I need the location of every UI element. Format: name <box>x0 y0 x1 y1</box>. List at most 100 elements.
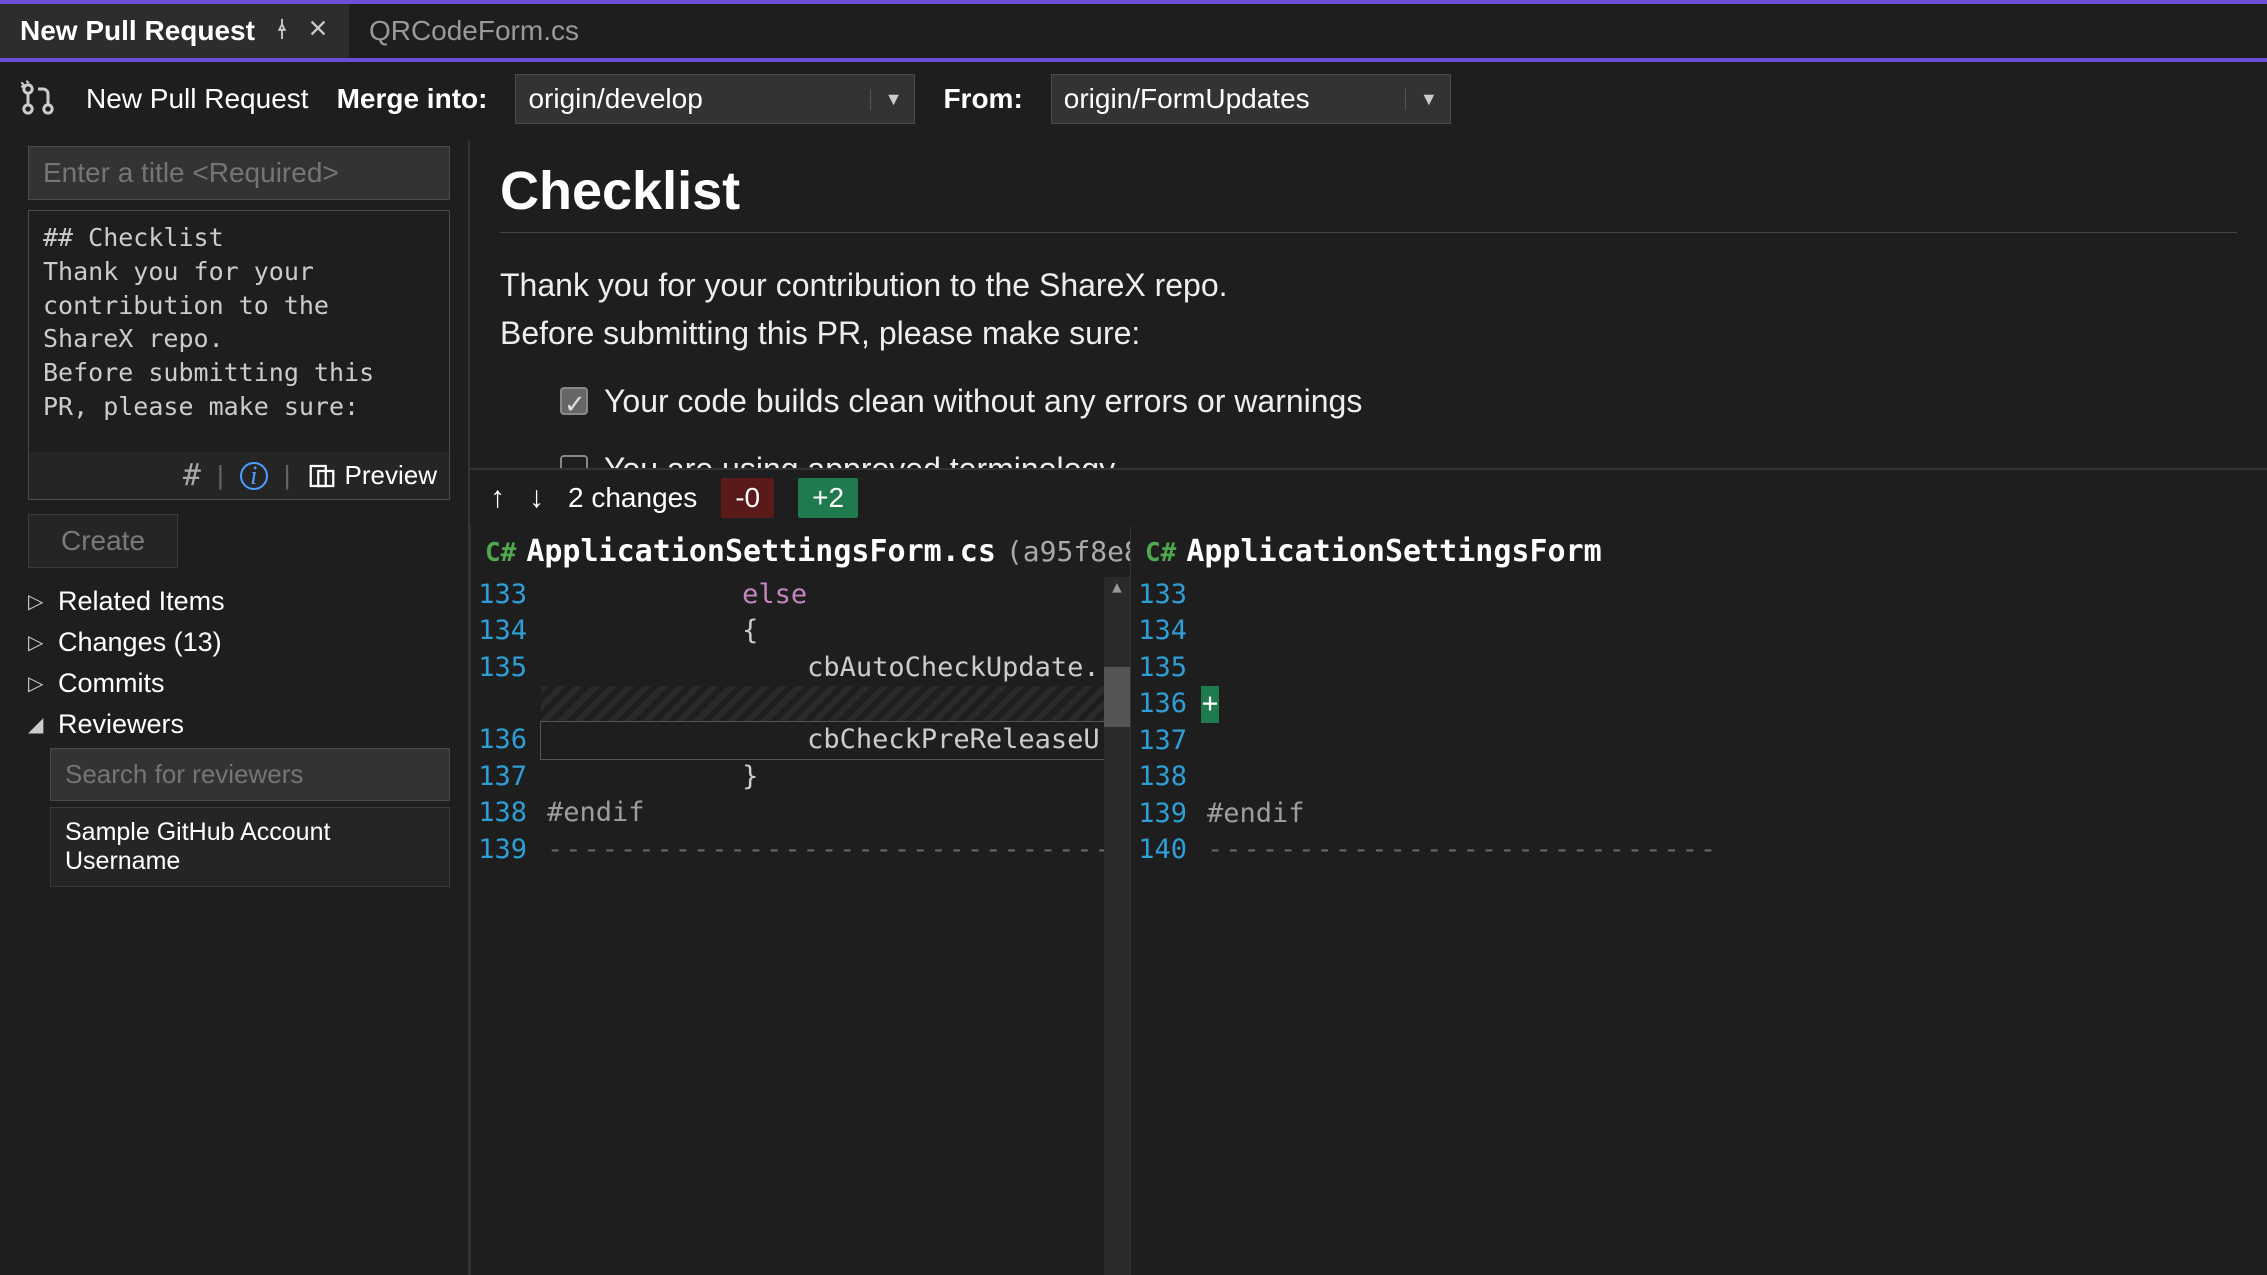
diff-line[interactable]: 135 cbAutoCheckUpdate.( <box>471 650 1130 686</box>
preview-line: Before submitting this PR, please make s… <box>500 309 2237 357</box>
line-number: 138 <box>1131 759 1201 795</box>
diff-line[interactable]: 139#endif <box>1131 796 2267 832</box>
tree-label: Changes (13) <box>58 627 222 658</box>
line-number: 139 <box>471 832 541 868</box>
line-number: 139 <box>1131 796 1201 832</box>
pr-tree: ▷ Related Items ▷ Changes (13) ▷ Commits… <box>28 584 450 887</box>
info-icon[interactable]: i <box>240 462 268 490</box>
preview-check-item: Your code builds clean without any error… <box>560 377 2237 425</box>
hash-icon[interactable]: # <box>183 458 201 493</box>
checkbox-icon[interactable] <box>560 455 588 470</box>
diff-toolbar: ↑ ↓ 2 changes -0 +2 <box>470 470 2267 526</box>
toolbar-title: New Pull Request <box>86 83 309 115</box>
chevron-right-icon: ▷ <box>28 630 48 655</box>
diff-line[interactable]: 136 cbCheckPreReleaseU <box>471 722 1130 758</box>
change-count: 2 changes <box>568 482 697 514</box>
reviewer-search-input[interactable] <box>50 748 450 801</box>
tree-changes[interactable]: ▷ Changes (13) <box>28 625 450 660</box>
diff-view: C# ApplicationSettingsForm.cs (a95f8e89)… <box>470 526 2267 1275</box>
preview-check-label: Your code builds clean without any error… <box>604 377 1362 425</box>
diff-line[interactable]: 134 <box>1131 613 2267 649</box>
preview-label: Preview <box>345 460 437 491</box>
line-number: 135 <box>1131 650 1201 686</box>
diff-line[interactable]: 135 <box>1131 650 2267 686</box>
diff-line[interactable]: 138 <box>1131 759 2267 795</box>
line-number: 138 <box>471 795 541 831</box>
diff-line[interactable]: 136+ <box>1131 686 2267 722</box>
from-value: origin/FormUpdates <box>1064 83 1310 115</box>
checkbox-checked-icon[interactable] <box>560 387 588 415</box>
diff-line[interactable] <box>471 686 1130 722</box>
tab-new-pull-request[interactable]: New Pull Request <box>0 4 349 58</box>
line-number: 134 <box>471 613 541 649</box>
pr-description-box: ## Checklist Thank you for your contribu… <box>28 210 450 500</box>
diff-line[interactable]: 133 else <box>471 577 1130 613</box>
preview-line: Thank you for your contribution to the S… <box>500 261 2237 309</box>
line-number: 136 <box>471 722 541 758</box>
code-cell: #endif <box>1201 796 2267 832</box>
csharp-icon: C# <box>1145 538 1176 568</box>
diff-line[interactable]: 134 { <box>471 613 1130 649</box>
line-number: 134 <box>1131 613 1201 649</box>
line-number: 133 <box>1131 577 1201 613</box>
diff-right-column: C# ApplicationSettingsForm 133134135136+… <box>1130 526 2267 1275</box>
description-preview: Checklist Thank you for your contributio… <box>470 140 2267 470</box>
chevron-down-icon: ▼ <box>870 89 903 110</box>
merge-into-label: Merge into: <box>337 83 488 115</box>
chevron-down-icon: ▼ <box>1405 89 1438 110</box>
diff-line[interactable]: 137 <box>1131 723 2267 759</box>
diff-filename: ApplicationSettingsForm <box>1186 534 1601 569</box>
tree-label: Reviewers <box>58 709 184 740</box>
tab-bar: New Pull Request QRCodeForm.cs <box>0 0 2267 58</box>
tree-label: Related Items <box>58 586 225 617</box>
tree-related-items[interactable]: ▷ Related Items <box>28 584 450 619</box>
csharp-icon: C# <box>485 538 516 568</box>
scrollbar[interactable]: ▲ <box>1104 577 1130 1275</box>
line-number: 137 <box>1131 723 1201 759</box>
removed-pill: -0 <box>721 478 774 518</box>
preview-icon <box>307 461 337 491</box>
preview-check-label: You are using approved terminology <box>604 445 1115 470</box>
code-cell: cbAutoCheckUpdate.( <box>541 650 1130 686</box>
line-number: 137 <box>471 759 541 795</box>
preview-button[interactable]: Preview <box>307 460 437 491</box>
pr-title-input[interactable] <box>28 146 450 200</box>
pr-form-pane: ## Checklist Thank you for your contribu… <box>0 140 470 1275</box>
diff-line[interactable]: 139-------------------------------------… <box>471 832 1130 868</box>
reviewer-chip[interactable]: Sample GitHub Account Username <box>50 807 450 887</box>
create-button[interactable]: Create <box>28 514 178 568</box>
line-number: 133 <box>471 577 541 613</box>
pr-description-input[interactable]: ## Checklist Thank you for your contribu… <box>29 211 449 452</box>
prev-change-icon[interactable]: ↑ <box>490 481 505 515</box>
pin-icon[interactable] <box>271 17 293 45</box>
tab-title: QRCodeForm.cs <box>369 15 579 47</box>
diff-left-column: C# ApplicationSettingsForm.cs (a95f8e89)… <box>470 526 1130 1275</box>
chevron-right-icon: ▷ <box>28 671 48 696</box>
line-number: 140 <box>1131 832 1201 868</box>
merge-into-value: origin/develop <box>528 83 702 115</box>
chevron-down-icon: ◢ <box>28 712 48 737</box>
code-cell: #endif <box>541 795 1130 831</box>
added-pill: +2 <box>798 478 858 518</box>
merge-into-dropdown[interactable]: origin/develop ▼ <box>515 74 915 124</box>
code-cell <box>541 686 1130 722</box>
tree-commits[interactable]: ▷ Commits <box>28 666 450 701</box>
preview-heading: Checklist <box>500 160 2237 222</box>
diff-line[interactable]: 133 <box>1131 577 2267 613</box>
code-cell: ---------------------------------------- <box>541 832 1130 868</box>
code-cell: else <box>541 577 1130 613</box>
diff-line[interactable]: 140---------------------------- <box>1131 832 2267 868</box>
code-cell: { <box>541 613 1130 649</box>
tree-reviewers[interactable]: ◢ Reviewers <box>28 707 450 742</box>
from-dropdown[interactable]: origin/FormUpdates ▼ <box>1051 74 1451 124</box>
diff-line[interactable]: 138#endif <box>471 795 1130 831</box>
close-icon[interactable] <box>307 17 329 45</box>
next-change-icon[interactable]: ↓ <box>529 481 544 515</box>
tree-label: Commits <box>58 668 165 699</box>
code-cell: cbCheckPreReleaseU <box>541 722 1130 758</box>
tab-title: New Pull Request <box>20 15 255 47</box>
diff-line[interactable]: 137 } <box>471 759 1130 795</box>
code-cell: } <box>541 759 1130 795</box>
tab-qrcodeform[interactable]: QRCodeForm.cs <box>349 4 599 58</box>
added-marker-icon: + <box>1201 686 1219 722</box>
